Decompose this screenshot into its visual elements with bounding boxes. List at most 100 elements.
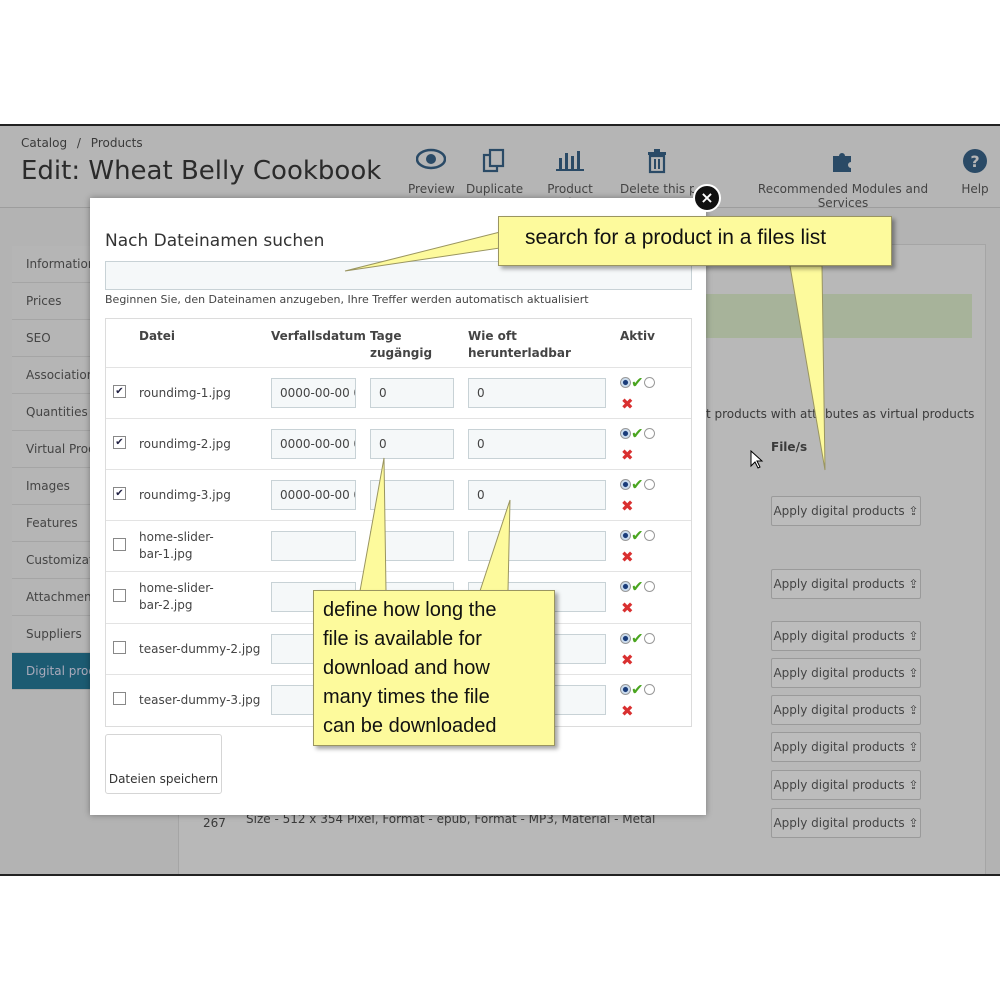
search-help-text: Beginnen Sie, den Dateinamen anzugeben, … <box>105 293 589 306</box>
preview-label: Preview <box>408 182 455 196</box>
column-header-active: Aktiv <box>620 329 655 343</box>
checkmark-icon: ✔ <box>631 577 644 596</box>
download-count-input[interactable]: 0 <box>468 378 606 408</box>
active-toggle: ✔ ✖ <box>620 525 655 566</box>
delete-button[interactable]: Delete this p <box>620 148 694 196</box>
column-header-days: Tage zugängig <box>370 329 433 360</box>
apply-label: Apply digital products <box>773 816 905 830</box>
files-header: File/s <box>771 440 808 454</box>
apply-digital-products-button[interactable]: Apply digital products ⇪ <box>771 770 921 800</box>
duplicate-label: Duplicate <box>466 182 524 196</box>
row-checkbox[interactable] <box>113 538 126 551</box>
search-callout: search for a product in a files list <box>498 216 892 266</box>
apply-digital-products-button[interactable]: Apply digital products ⇪ <box>771 621 921 651</box>
modal-title: Nach Dateinamen suchen <box>105 231 325 251</box>
help-button[interactable]: ? Help <box>958 148 992 196</box>
recommended-modules-label: Recommended Modules and Services <box>757 182 929 210</box>
active-no-radio[interactable] <box>643 479 655 490</box>
breadcrumb-catalog[interactable]: Catalog <box>21 136 67 150</box>
expiry-date-input[interactable] <box>271 531 356 561</box>
column-header-downloads: Wie oft herunterladbar <box>468 329 571 360</box>
apply-digital-products-button[interactable]: Apply digital products ⇪ <box>771 808 921 838</box>
duplicate-button[interactable]: Duplicate <box>466 148 524 196</box>
column-header-expiry: Verfallsdatum <box>271 329 366 343</box>
row-checkbox[interactable]: ✔ <box>113 385 126 398</box>
close-modal-button[interactable]: × <box>693 184 721 212</box>
puzzle-icon <box>738 148 948 176</box>
days-available-input[interactable]: 0 <box>370 378 454 408</box>
help-icon: ? <box>958 148 992 176</box>
upload-icon: ⇪ <box>908 778 919 792</box>
apply-digital-products-button[interactable]: Apply digital products ⇪ <box>771 496 921 526</box>
active-yes-radio[interactable] <box>620 428 631 439</box>
file-name: roundimg-2.jpg <box>139 437 231 451</box>
mouse-cursor-icon <box>750 450 764 469</box>
upload-icon: ⇪ <box>908 703 919 717</box>
checkmark-icon: ✔ <box>631 526 644 545</box>
expiry-date-input[interactable]: 0000-00-00 0 <box>271 480 356 510</box>
page-title: Edit: Wheat Belly Cookbook <box>21 156 382 186</box>
active-toggle: ✔ ✖ <box>620 474 655 515</box>
apply-label: Apply digital products <box>773 703 905 717</box>
row-checkbox[interactable] <box>113 589 126 602</box>
active-yes-radio[interactable] <box>620 633 631 644</box>
upload-icon: ⇪ <box>908 504 919 518</box>
active-toggle: ✔ ✖ <box>620 679 655 720</box>
cross-icon: ✖ <box>621 394 634 413</box>
active-no-radio[interactable] <box>643 530 655 541</box>
apply-label: Apply digital products <box>773 504 905 518</box>
apply-digital-products-button[interactable]: Apply digital products ⇪ <box>771 732 921 762</box>
days-available-input[interactable]: 0 <box>370 429 454 459</box>
expiry-date-input[interactable]: 0000-00-00 0 <box>271 378 356 408</box>
apply-digital-products-button[interactable]: Apply digital products ⇪ <box>771 695 921 725</box>
apply-label: Apply digital products <box>773 666 905 680</box>
preview-button[interactable]: Preview <box>408 148 455 196</box>
active-yes-radio[interactable] <box>620 530 631 541</box>
close-icon: × <box>700 188 714 207</box>
active-no-radio[interactable] <box>643 633 655 644</box>
active-yes-radio[interactable] <box>620 684 631 695</box>
active-no-radio[interactable] <box>643 377 655 388</box>
upload-icon: ⇪ <box>908 629 919 643</box>
active-yes-radio[interactable] <box>620 479 631 490</box>
days-available-input[interactable] <box>370 480 454 510</box>
apply-digital-products-button[interactable]: Apply digital products ⇪ <box>771 658 921 688</box>
cross-icon: ✖ <box>621 547 634 566</box>
file-name: teaser-dummy-3.jpg <box>139 693 261 707</box>
define-callout-line: many times the file <box>323 686 490 708</box>
active-yes-radio[interactable] <box>620 581 631 592</box>
days-available-input[interactable] <box>370 531 454 561</box>
apply-digital-products-button[interactable]: Apply digital products ⇪ <box>771 569 921 599</box>
copy-icon <box>466 148 522 176</box>
active-yes-radio[interactable] <box>620 377 631 388</box>
table-row: ✔ roundimg-1.jpg 0000-00-00 0 0 0 ✔ ✖ <box>106 367 691 419</box>
column-header-file: Datei <box>139 329 176 343</box>
download-count-input[interactable] <box>468 531 606 561</box>
expiry-date-input[interactable]: 0000-00-00 0 <box>271 429 356 459</box>
row-checkbox[interactable]: ✔ <box>113 436 126 449</box>
download-count-input[interactable]: 0 <box>468 429 606 459</box>
define-callout-line: download and how <box>323 657 490 679</box>
breadcrumb-products[interactable]: Products <box>91 136 143 150</box>
active-no-radio[interactable] <box>643 428 655 439</box>
apply-label: Apply digital products <box>773 577 905 591</box>
trash-icon <box>620 148 694 176</box>
define-callout-line: can be downloaded <box>323 715 497 737</box>
define-callout-line: file is available for <box>323 628 482 650</box>
row-checkbox[interactable] <box>113 641 126 654</box>
cross-icon: ✖ <box>621 701 634 720</box>
active-toggle: ✔ ✖ <box>620 372 655 413</box>
page-header: Catalog / Products Edit: Wheat Belly Coo… <box>0 126 1000 210</box>
row-checkbox[interactable]: ✔ <box>113 487 126 500</box>
active-no-radio[interactable] <box>643 684 655 695</box>
active-no-radio[interactable] <box>643 581 655 592</box>
eye-icon <box>408 148 454 176</box>
download-count-input[interactable]: 0 <box>468 480 606 510</box>
checkmark-icon: ✔ <box>631 629 644 648</box>
save-files-button[interactable]: Dateien speichern <box>105 734 222 794</box>
upload-icon: ⇪ <box>908 666 919 680</box>
checkmark-icon: ✔ <box>631 373 644 392</box>
active-toggle: ✔ ✖ <box>620 423 655 464</box>
recommended-modules-button[interactable]: Recommended Modules and Services <box>738 148 948 210</box>
row-checkbox[interactable] <box>113 692 126 705</box>
